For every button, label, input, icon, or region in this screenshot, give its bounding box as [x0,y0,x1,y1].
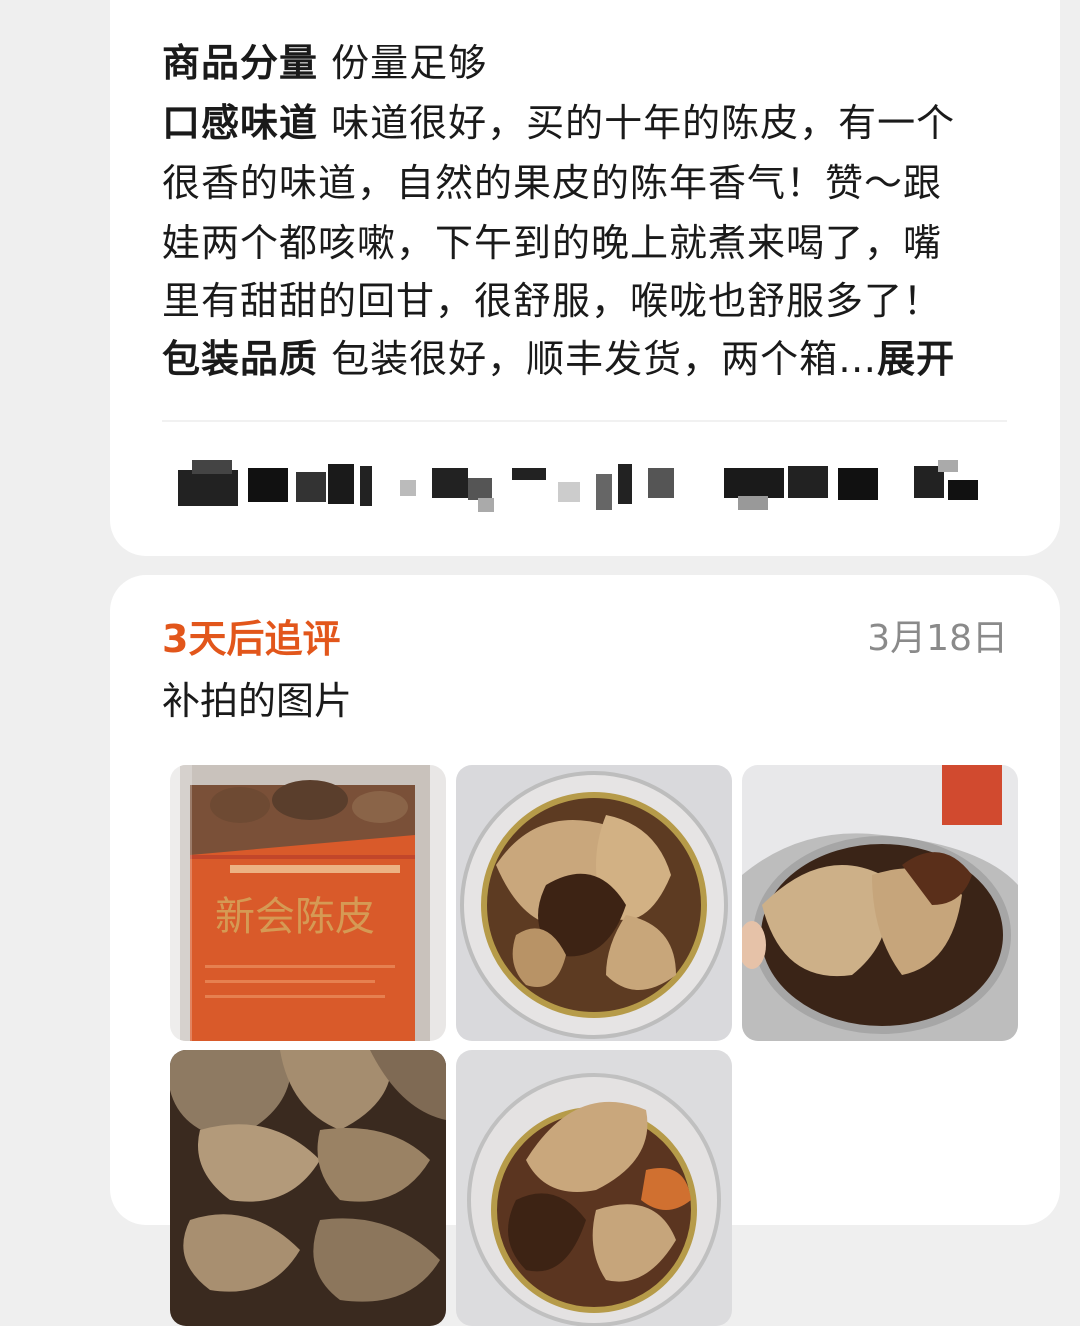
photo-peel-closeup[interactable] [170,1050,446,1326]
review-tag-quantity: 商品分量 [162,41,319,85]
review-text-taste: 味道很好，买的十年的陈皮，有一个 [331,101,956,145]
review-text-packaging: 包装很好，顺丰发货，两个箱… [331,337,878,381]
review-row-quantity: 商品分量 份量足够 [162,34,487,92]
review-row-taste: 口感味道 味道很好，买的十年的陈皮，有一个 [162,94,955,152]
photo-jar-top-2[interactable] [456,1050,732,1326]
review-text-line: 里有甜甜的回甘，很舒服，喉咙也舒服多了！ [162,279,943,323]
followup-title: 3天后追评 [162,617,341,661]
review-tag-taste: 口感味道 [162,101,319,145]
followup-text: 补拍的图片 [162,679,353,723]
redacted-info-row [178,460,998,516]
svg-text:新会陈皮: 新会陈皮 [215,894,375,940]
photo-held-peel[interactable] [742,765,1018,1041]
review-row-packaging: 包装品质 包装很好，顺丰发货，两个箱…展开 [162,330,955,388]
photo-jar-top-1[interactable] [456,765,732,1041]
review-tag-packaging: 包装品质 [162,337,319,381]
followup-date: 3月18日 [867,618,1008,659]
review-text-line: 很香的味道，自然的果皮的陈年香气！赞～跟 [162,161,943,205]
photo-jar-label[interactable]: 新会陈皮 [170,765,446,1041]
expand-button[interactable]: 展开 [877,337,955,381]
review-text-quantity: 份量足够 [331,41,488,85]
divider [162,420,1007,422]
review-text-line: 娃两个都咳嗽，下午到的晚上就煮来喝了，嘴 [162,221,943,265]
